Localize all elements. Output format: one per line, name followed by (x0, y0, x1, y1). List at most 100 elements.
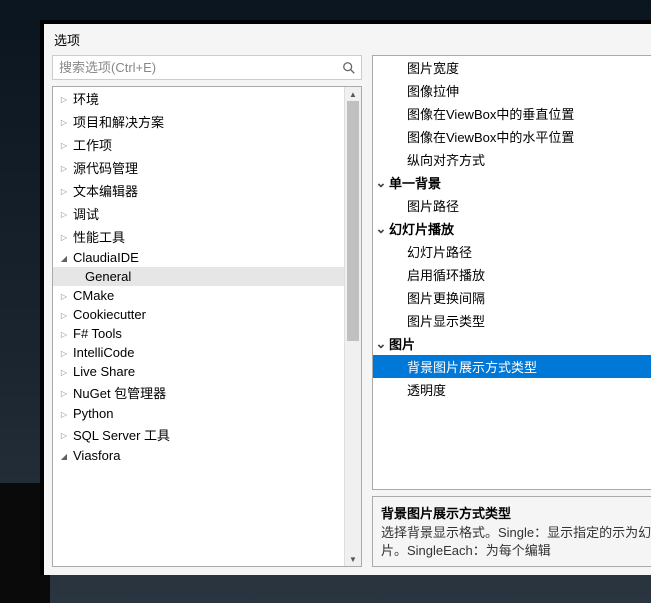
property-label: 图像拉伸 (389, 81, 459, 100)
tree-item[interactable]: Live Share (53, 362, 361, 381)
scroll-up-arrow[interactable]: ▲ (345, 87, 361, 101)
tree-item-label: Python (71, 406, 113, 421)
property-label: 幻灯片播放 (389, 219, 454, 238)
property-item[interactable]: 图像在ViewBox中的垂直位置 (373, 102, 651, 125)
tree-item-label: IntelliCode (71, 345, 134, 360)
search-input[interactable] (52, 55, 362, 80)
property-label: 图片宽度 (389, 58, 459, 77)
collapse-icon[interactable] (57, 117, 71, 127)
tree-item-label: 文本编辑器 (71, 181, 138, 200)
property-label: 启用循环播放 (389, 265, 485, 284)
tree-item-label: 环境 (71, 89, 99, 108)
tree-item[interactable]: 项目和解决方案 (53, 110, 361, 133)
property-item[interactable]: 纵向对齐方式 (373, 148, 651, 171)
property-grid[interactable]: 图片宽度图像拉伸图像在ViewBox中的垂直位置图像在ViewBox中的水平位置… (372, 55, 651, 490)
tree-scrollbar[interactable]: ▲ ▼ (344, 87, 361, 566)
property-item[interactable]: 启用循环播放 (373, 263, 651, 286)
property-label: 单一背景 (389, 173, 441, 192)
expand-icon[interactable] (57, 451, 71, 461)
tree-item[interactable]: NuGet 包管理器 (53, 381, 361, 404)
collapse-icon[interactable] (57, 388, 71, 398)
collapse-icon[interactable] (57, 140, 71, 150)
tree-item[interactable]: 调试 (53, 202, 361, 225)
property-item[interactable]: 图片更换间隔 (373, 286, 651, 309)
tree-item-label: Viasfora (71, 448, 120, 463)
tree-item-label: CMake (71, 288, 114, 303)
tree-item-label: NuGet 包管理器 (71, 383, 166, 402)
collapse-icon[interactable] (57, 430, 71, 440)
tree-item[interactable]: CMake (53, 286, 361, 305)
collapse-icon[interactable] (57, 409, 71, 419)
tree-item-label: ClaudiaIDE (71, 250, 139, 265)
property-description: 背景图片展示方式类型 选择背景显示格式。Single：显示指定的示为幻灯片。Si… (372, 496, 651, 567)
search-icon[interactable] (342, 61, 356, 75)
tree-item[interactable]: 源代码管理 (53, 156, 361, 179)
property-item[interactable]: 背景图片展示方式类型 (373, 355, 651, 378)
tree-item-label: SQL Server 工具 (71, 425, 170, 444)
right-pane: 图片宽度图像拉伸图像在ViewBox中的垂直位置图像在ViewBox中的水平位置… (372, 55, 651, 567)
tree-item-label: 性能工具 (71, 227, 125, 246)
property-item[interactable]: 图片宽度 (373, 56, 651, 79)
options-tree[interactable]: 环境项目和解决方案工作项源代码管理文本编辑器调试性能工具 ClaudiaIDE Ge… (52, 86, 362, 567)
tree-item[interactable]: Viasfora (53, 446, 361, 465)
search-wrap (52, 55, 362, 80)
tree-item[interactable]: 工作项 (53, 133, 361, 156)
tree-item-label: 项目和解决方案 (71, 112, 164, 131)
property-label: 图像在ViewBox中的垂直位置 (389, 104, 574, 123)
tree-item-label: Cookiecutter (71, 307, 146, 322)
tree-item-label: 工作项 (71, 135, 112, 154)
tree-item[interactable]: Python (53, 404, 361, 423)
tree-item-label: Live Share (71, 364, 135, 379)
tree-item-child[interactable]: General (53, 267, 361, 286)
property-category[interactable]: 幻灯片播放 (373, 217, 651, 240)
scroll-down-arrow[interactable]: ▼ (345, 552, 361, 566)
property-item[interactable]: 图像在ViewBox中的水平位置 (373, 125, 651, 148)
dialog-content: 环境项目和解决方案工作项源代码管理文本编辑器调试性能工具 ClaudiaIDE Ge… (44, 55, 651, 575)
collapse-icon[interactable] (57, 310, 71, 320)
scroll-thumb[interactable] (347, 101, 359, 341)
collapse-icon[interactable] (57, 94, 71, 104)
tree-item[interactable]: SQL Server 工具 (53, 423, 361, 446)
left-pane: 环境项目和解决方案工作项源代码管理文本编辑器调试性能工具 ClaudiaIDE Ge… (52, 55, 362, 567)
category-expand-icon[interactable] (373, 175, 389, 191)
property-label: 透明度 (389, 380, 446, 399)
property-category[interactable]: 图片 (373, 332, 651, 355)
property-item[interactable]: 透明度 (373, 378, 651, 401)
collapse-icon[interactable] (57, 367, 71, 377)
tree-item-label: 源代码管理 (71, 158, 138, 177)
property-category[interactable]: 单一背景 (373, 171, 651, 194)
tree-item[interactable]: 性能工具 (53, 225, 361, 248)
expand-icon[interactable] (57, 253, 71, 263)
category-expand-icon[interactable] (373, 221, 389, 237)
collapse-icon[interactable] (57, 209, 71, 219)
dialog-title: 选项 (44, 24, 651, 55)
category-expand-icon[interactable] (373, 336, 389, 352)
property-label: 纵向对齐方式 (389, 150, 485, 169)
tree-item[interactable]: Cookiecutter (53, 305, 361, 324)
tree-item-label: F# Tools (71, 326, 122, 341)
collapse-icon[interactable] (57, 163, 71, 173)
collapse-icon[interactable] (57, 291, 71, 301)
tree-item[interactable]: IntelliCode (53, 343, 361, 362)
property-item[interactable]: 图片显示类型 (373, 309, 651, 332)
property-item[interactable]: 图片路径 (373, 194, 651, 217)
property-label: 幻灯片路径 (389, 242, 472, 261)
tree-item[interactable]: F# Tools (53, 324, 361, 343)
tree-item[interactable]: ClaudiaIDE (53, 248, 361, 267)
property-item[interactable]: 幻灯片路径 (373, 240, 651, 263)
collapse-icon[interactable] (57, 348, 71, 358)
options-dialog: 选项 环境项目和解决方案工作项源代码管理文本编辑器调试性能工具 ClaudiaID… (40, 20, 651, 575)
property-item[interactable]: 图像拉伸 (373, 79, 651, 102)
tree-item[interactable]: 环境 (53, 87, 361, 110)
description-title: 背景图片展示方式类型 (381, 503, 651, 522)
collapse-icon[interactable] (57, 329, 71, 339)
description-text: 选择背景显示格式。Single：显示指定的示为幻灯片。SingleEach：为每… (381, 524, 651, 560)
tree-item-label: General (83, 269, 131, 284)
tree-item-label: 调试 (71, 204, 99, 223)
collapse-icon[interactable] (57, 232, 71, 242)
property-label: 图像在ViewBox中的水平位置 (389, 127, 574, 146)
property-label: 图片 (389, 334, 415, 353)
collapse-icon[interactable] (57, 186, 71, 196)
property-label: 图片路径 (389, 196, 459, 215)
tree-item[interactable]: 文本编辑器 (53, 179, 361, 202)
